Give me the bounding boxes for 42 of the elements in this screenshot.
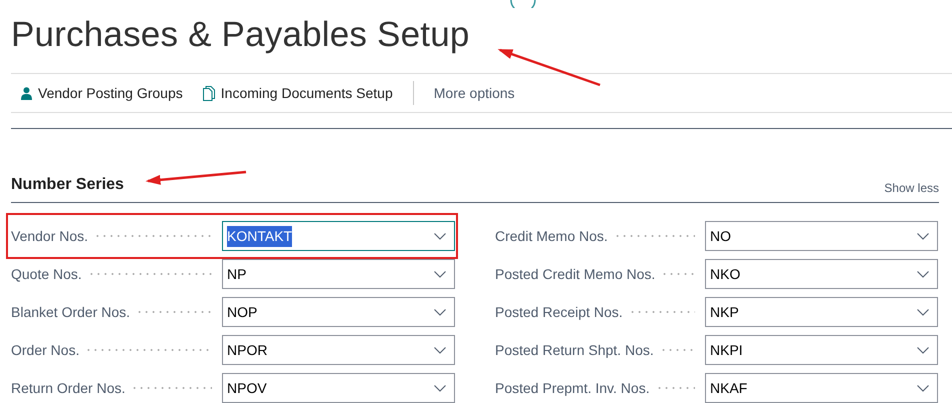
chevron-down-icon xyxy=(434,384,446,392)
chevron-down-icon xyxy=(917,270,929,278)
chevron-down-icon xyxy=(434,346,446,354)
leader-line xyxy=(628,311,695,313)
dropdown-field[interactable]: NKAF xyxy=(705,373,938,403)
dropdown-field[interactable]: NKP xyxy=(705,297,938,327)
chevron-down-icon xyxy=(917,232,929,240)
leader-line xyxy=(656,387,695,389)
field-label: Order Nos. xyxy=(11,340,80,360)
chevron-down-icon xyxy=(434,308,446,316)
dropdown-field[interactable]: NKO xyxy=(705,259,938,289)
page-title: Purchases & Payables Setup xyxy=(11,17,470,52)
field-label: Credit Memo Nos. xyxy=(495,226,609,246)
more-options-button[interactable]: More options xyxy=(424,82,525,104)
field-label: Posted Prepmt. Inv. Nos. xyxy=(495,378,651,398)
dropdown-field[interactable]: NKPI xyxy=(705,335,938,365)
document-icon xyxy=(202,86,215,100)
dropdown-field[interactable]: KONTAKT xyxy=(222,221,455,251)
field-label: Posted Credit Memo Nos. xyxy=(495,264,656,284)
chevron-down-icon xyxy=(917,346,929,354)
field-label: Blanket Order Nos. xyxy=(11,302,132,322)
action-button[interactable]: Incoming Documents Setup xyxy=(192,82,403,104)
field-label: Vendor Nos. xyxy=(11,226,90,246)
leader-line xyxy=(660,349,695,351)
dropdown-field[interactable]: NOP xyxy=(222,297,455,327)
chevron-down-icon xyxy=(917,308,929,316)
dropdown-field[interactable]: NO xyxy=(705,221,938,251)
field-label: Posted Return Shpt. Nos. xyxy=(495,340,655,360)
chevron-down-icon xyxy=(917,384,929,392)
chevron-down-icon xyxy=(434,270,446,278)
dropdown-field[interactable]: NPOV xyxy=(222,373,455,403)
person-icon xyxy=(21,86,32,100)
chevron-down-icon xyxy=(434,232,446,240)
show-less-link[interactable]: Show less xyxy=(884,179,939,197)
field-label: Quote Nos. xyxy=(11,264,83,284)
dropdown-field[interactable]: NP xyxy=(222,259,455,289)
field-label: Return Order Nos. xyxy=(11,378,126,398)
dropdown-field[interactable]: NPOR xyxy=(222,335,455,365)
action-button[interactable]: Vendor Posting Groups xyxy=(11,82,193,104)
section-title: Number Series xyxy=(11,175,124,195)
leader-line xyxy=(661,273,695,275)
field-label: Posted Receipt Nos. xyxy=(495,302,624,322)
